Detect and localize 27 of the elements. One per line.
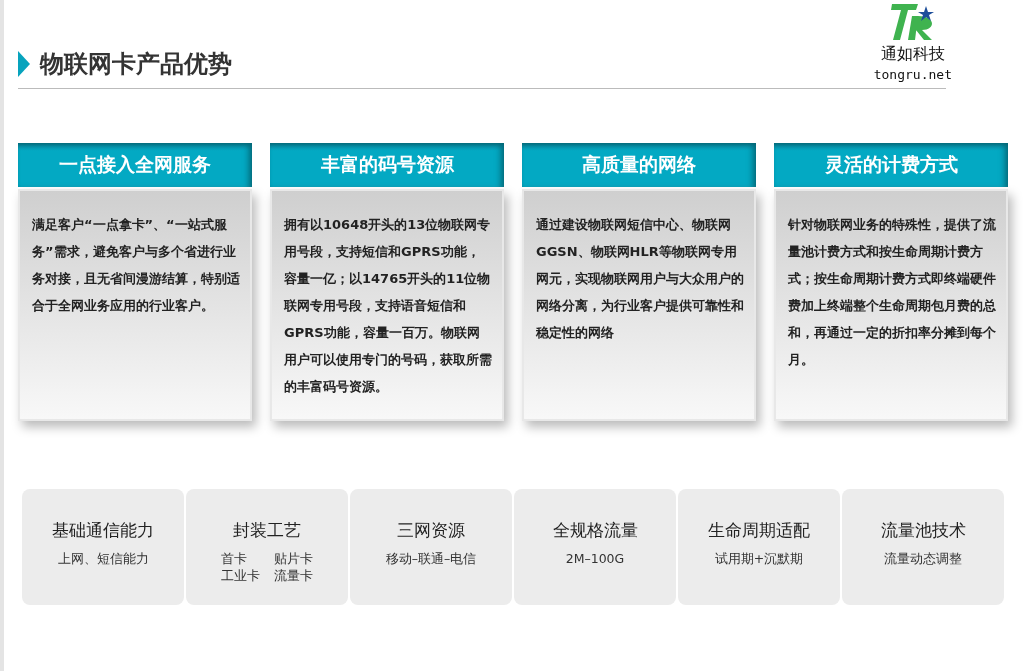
card-header: 灵活的计费方式	[774, 143, 1008, 187]
feature-detail: 首卡	[221, 550, 248, 567]
feature-detail: 上网、短信能力	[57, 550, 149, 567]
feature-detail: 流量动态调整	[884, 550, 962, 567]
card-header: 一点接入全网服务	[18, 143, 252, 187]
feature-title: 生命周期适配	[708, 519, 810, 542]
feature-detail: 流量卡	[274, 567, 313, 584]
card-header: 高质量的网络	[522, 143, 756, 187]
feature-title: 全规格流量	[552, 519, 638, 542]
feature-title: 基础通信能力	[52, 519, 154, 542]
company-name: 通如科技	[880, 44, 945, 65]
company-url: tongru.net	[873, 67, 952, 82]
card-description: 通过建设物联网短信中心、物联网GGSN、物联网HLR等物联网专用网元，实现物联网用户与大众用户的网络分离，为行业客户提供可靠性和稳定性的网络	[536, 216, 744, 342]
feature-detail: 工业卡	[221, 567, 260, 584]
feature-detail: 移动–联通–电信	[385, 550, 477, 567]
feature-title: 三网资源	[397, 519, 465, 542]
feature-detail: 试用期+沉默期	[714, 550, 804, 567]
card-description: 针对物联网业务的特殊性，提供了流量池计费方式和按生命周期计费方式；按生命周期计费方式即终端硬件费加上终端整个生命周期包月费的总和，再通过一定的折扣率分摊到每个月。	[788, 216, 996, 369]
card-header: 丰富的码号资源	[270, 143, 504, 187]
feature-title: 流量池技术	[880, 519, 966, 542]
feature-detail: 贴片卡	[274, 550, 313, 567]
page-title: 物联网卡产品优势	[40, 49, 232, 80]
card-description: 满足客户“一点拿卡”、“一站式服务”需求，避免客户与多个省进行业务对接，且无省间漫游结算，特别适合于全网业务应用的行业客户。	[32, 216, 240, 315]
feature-detail: 2M–100G	[565, 550, 625, 567]
feature-title: 封装工艺	[233, 519, 301, 542]
triangle-icon	[18, 51, 30, 77]
card-description: 拥有以10648开头的13位物联网专用号段，支持短信和GPRS功能，容量一亿；以14765开头的11位物联网专用号段，支持语音短信和GPRS功能，容量一百万。物联网用户可以使用专门的号码，获取所需的丰富码号资源。	[284, 216, 492, 396]
